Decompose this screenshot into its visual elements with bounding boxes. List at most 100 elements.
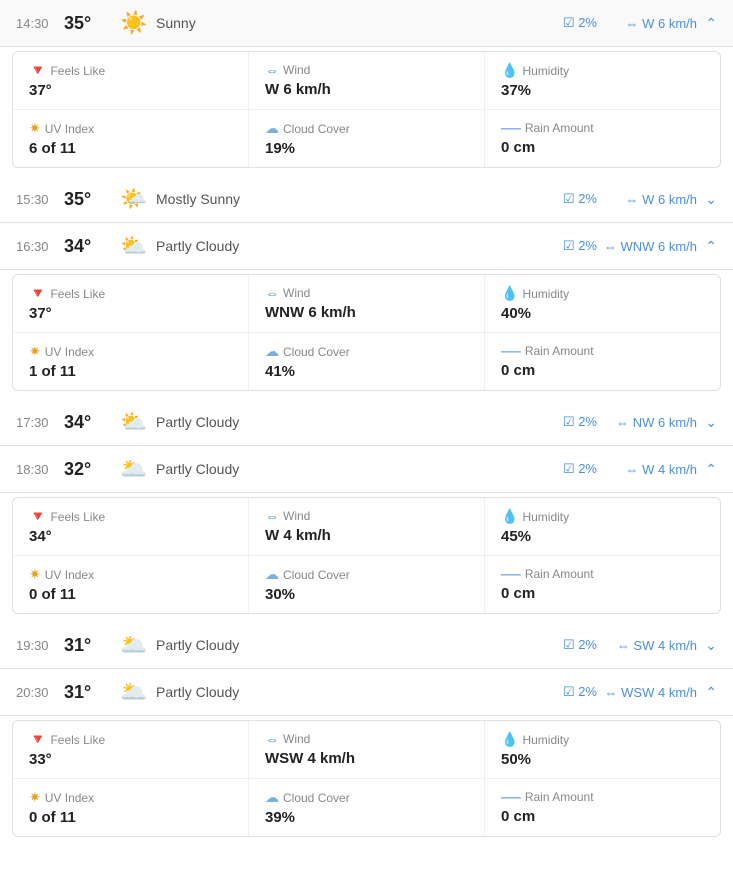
expand-chevron[interactable]: ⌄	[697, 637, 717, 654]
rain-amount-icon: ──	[501, 343, 521, 359]
rain-amount-cell: ── Rain Amount 0 cm	[485, 333, 720, 390]
hour-row[interactable]: 17:30 34° ⛅ Partly Cloudy ☑ 2% ⇔ NW 6 km…	[0, 399, 733, 446]
wind-speed: ⇔ NW 6 km/h	[597, 415, 697, 430]
expand-chevron[interactable]: ⌃	[697, 15, 717, 32]
rain-amount-cell: ── Rain Amount 0 cm	[485, 556, 720, 613]
humidity-icon: 💧	[501, 62, 518, 79]
rain-percent: ☑ 2%	[537, 238, 597, 254]
rain-amount-label: ── Rain Amount	[501, 789, 704, 805]
uv-cell: ✷ UV Index 0 of 11	[13, 779, 249, 836]
cloud-icon: ☁	[265, 789, 279, 806]
feels-like-label: 🔻 Feels Like	[29, 62, 232, 79]
cloud-value: 19%	[265, 140, 468, 157]
wind-speed: ⇔ WNW 6 km/h	[597, 239, 697, 254]
detail-row-bottom: ✷ UV Index 6 of 11 ☁ Cloud Cover 19% ──	[13, 110, 720, 167]
wind-label: ⇔ Wind	[265, 731, 468, 747]
rain-amount-icon: ──	[501, 566, 521, 582]
uv-icon: ✷	[29, 343, 41, 360]
wind-icon: ⇔	[265, 62, 279, 78]
expand-chevron[interactable]: ⌃	[697, 461, 717, 478]
feels-like-label: 🔻 Feels Like	[29, 731, 232, 748]
rain-percent: ☑ 2%	[537, 637, 597, 653]
detail-panel: 🔻 Feels Like 37° ⇔ Wind W 6 km/h 💧 Hum	[12, 51, 721, 168]
hour-row[interactable]: 16:30 34° ⛅ Partly Cloudy ☑ 2% ⇔ WNW 6 k…	[0, 223, 733, 270]
rain-percent: ☑ 2%	[537, 684, 597, 700]
cloud-icon: ☁	[265, 566, 279, 583]
hour-time: 17:30	[16, 415, 64, 430]
rain-amount-label: ── Rain Amount	[501, 566, 704, 582]
uv-value: 6 of 11	[29, 140, 232, 157]
humidity-icon: 💧	[501, 285, 518, 302]
rain-percent: ☑ 2%	[537, 15, 597, 31]
feels-like-cell: 🔻 Feels Like 34°	[13, 498, 249, 555]
feels-like-value: 37°	[29, 305, 232, 322]
detail-row-top: 🔻 Feels Like 33° ⇔ Wind WSW 4 km/h 💧 H	[13, 721, 720, 779]
hour-row[interactable]: 15:30 35° 🌤️ Mostly Sunny ☑ 2% ⇔ W 6 km/…	[0, 176, 733, 223]
hour-temp: 34°	[64, 412, 116, 433]
wind-cell: ⇔ Wind WNW 6 km/h	[249, 275, 485, 332]
wind-speed: ⇔ W 6 km/h	[597, 192, 697, 207]
wind-label: ⇔ Wind	[265, 62, 468, 78]
rain-amount-value: 0 cm	[501, 139, 704, 156]
hour-temp: 35°	[64, 189, 116, 210]
wind-value: WNW 6 km/h	[265, 304, 468, 321]
detail-row-bottom: ✷ UV Index 1 of 11 ☁ Cloud Cover 41% ──	[13, 333, 720, 390]
wind-value: W 6 km/h	[265, 81, 468, 98]
cloud-cell: ☁ Cloud Cover 39%	[249, 779, 485, 836]
uv-value: 1 of 11	[29, 363, 232, 380]
feels-like-cell: 🔻 Feels Like 37°	[13, 275, 249, 332]
uv-label: ✷ UV Index	[29, 566, 232, 583]
weather-icon: 🌤️	[116, 186, 152, 212]
hour-time: 16:30	[16, 239, 64, 254]
wind-cell: ⇔ Wind W 4 km/h	[249, 498, 485, 555]
wind-value: WSW 4 km/h	[265, 750, 468, 767]
rain-amount-cell: ── Rain Amount 0 cm	[485, 110, 720, 167]
hour-time: 15:30	[16, 192, 64, 207]
humidity-label: 💧 Humidity	[501, 508, 704, 525]
humidity-value: 37%	[501, 82, 704, 99]
uv-label: ✷ UV Index	[29, 343, 232, 360]
hour-row[interactable]: 19:30 31° 🌥️ Partly Cloudy ☑ 2% ⇔ SW 4 k…	[0, 622, 733, 669]
thermometer-icon: 🔻	[29, 731, 46, 748]
detail-row-top: 🔻 Feels Like 34° ⇔ Wind W 4 km/h 💧 Hum	[13, 498, 720, 556]
rain-percent: ☑ 2%	[537, 191, 597, 207]
hour-time: 14:30	[16, 16, 64, 31]
hour-row[interactable]: 20:30 31° 🌥️ Partly Cloudy ☑ 2% ⇔ WSW 4 …	[0, 669, 733, 716]
expand-chevron[interactable]: ⌄	[697, 414, 717, 431]
humidity-label: 💧 Humidity	[501, 285, 704, 302]
rain-amount-value: 0 cm	[501, 585, 704, 602]
detail-row-top: 🔻 Feels Like 37° ⇔ Wind W 6 km/h 💧 Hum	[13, 52, 720, 110]
feels-like-cell: 🔻 Feels Like 33°	[13, 721, 249, 778]
wind-label: ⇔ Wind	[265, 508, 468, 524]
rain-amount-cell: ── Rain Amount 0 cm	[485, 779, 720, 836]
hour-row[interactable]: 14:30 35° ☀️ Sunny ☑ 2% ⇔ W 6 km/h ⌃	[0, 0, 733, 47]
uv-label: ✷ UV Index	[29, 120, 232, 137]
hour-row[interactable]: 18:30 32° 🌥️ Partly Cloudy ☑ 2% ⇔ W 4 km…	[0, 446, 733, 493]
humidity-cell: 💧 Humidity 40%	[485, 275, 720, 332]
expand-chevron[interactable]: ⌃	[697, 238, 717, 255]
cloud-icon: ☁	[265, 120, 279, 137]
hour-desc: Sunny	[152, 15, 537, 31]
uv-cell: ✷ UV Index 1 of 11	[13, 333, 249, 390]
hour-temp: 32°	[64, 459, 116, 480]
thermometer-icon: 🔻	[29, 285, 46, 302]
rain-amount-value: 0 cm	[501, 808, 704, 825]
expand-chevron[interactable]: ⌃	[697, 684, 717, 701]
expand-chevron[interactable]: ⌄	[697, 191, 717, 208]
cloud-icon: ☁	[265, 343, 279, 360]
cloud-label: ☁ Cloud Cover	[265, 120, 468, 137]
feels-like-label: 🔻 Feels Like	[29, 508, 232, 525]
humidity-icon: 💧	[501, 508, 518, 525]
weather-icon: 🌥️	[116, 679, 152, 705]
detail-row-bottom: ✷ UV Index 0 of 11 ☁ Cloud Cover 39% ──	[13, 779, 720, 836]
detail-row-bottom: ✷ UV Index 0 of 11 ☁ Cloud Cover 30% ──	[13, 556, 720, 613]
weather-icon: 🌥️	[116, 632, 152, 658]
uv-icon: ✷	[29, 120, 41, 137]
cloud-value: 30%	[265, 586, 468, 603]
feels-like-cell: 🔻 Feels Like 37°	[13, 52, 249, 109]
weather-icon: 🌥️	[116, 456, 152, 482]
wind-value: W 4 km/h	[265, 527, 468, 544]
feels-like-value: 34°	[29, 528, 232, 545]
uv-cell: ✷ UV Index 6 of 11	[13, 110, 249, 167]
rain-percent: ☑ 2%	[537, 414, 597, 430]
